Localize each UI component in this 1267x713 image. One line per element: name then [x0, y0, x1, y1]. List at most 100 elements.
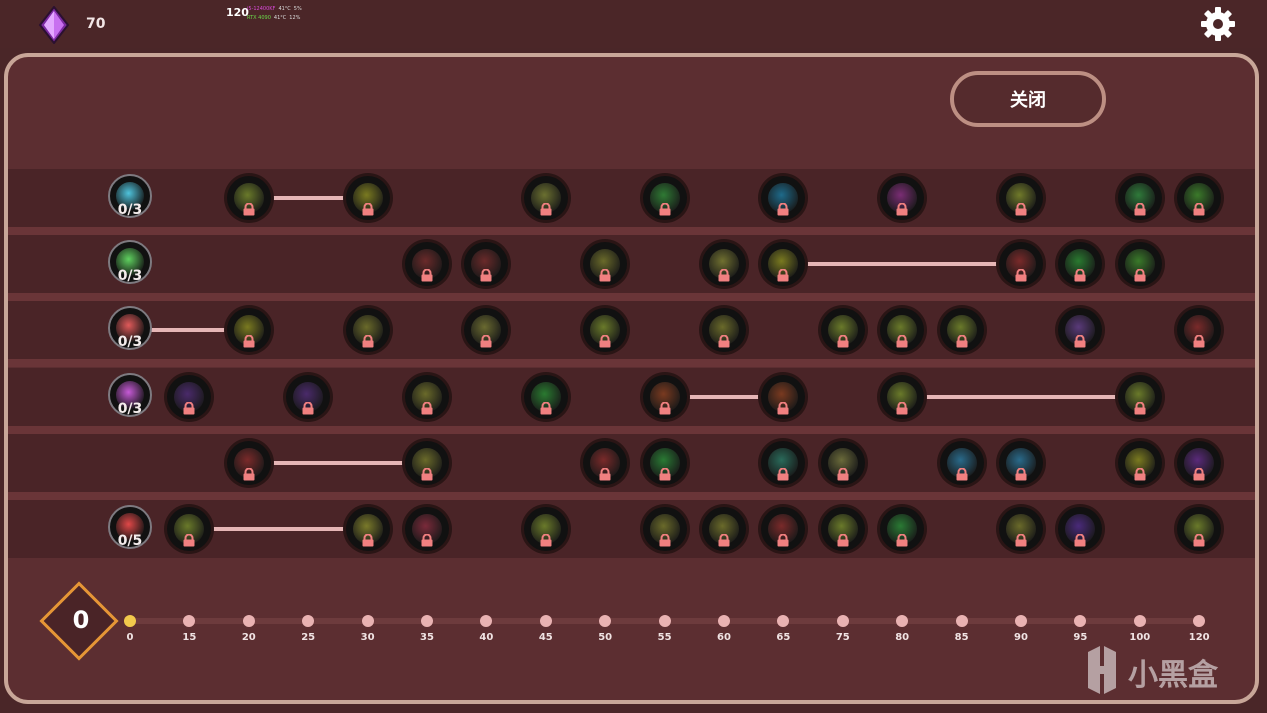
lock-icon: [480, 269, 492, 282]
skill-node[interactable]: [345, 176, 390, 220]
skill-node[interactable]: [642, 507, 687, 551]
skill-node[interactable]: [642, 440, 687, 485]
skill-node[interactable]: [1177, 440, 1222, 485]
skill-node[interactable]: [1117, 440, 1162, 485]
skill-node[interactable]: [642, 374, 687, 419]
gpu-temp: 41°C: [273, 15, 287, 21]
skill-node[interactable]: [1117, 176, 1162, 220]
skill-node[interactable]: [999, 242, 1043, 287]
watermark-text: 小黑盒: [1128, 658, 1218, 693]
skill-node[interactable]: [1177, 176, 1222, 220]
skill-node[interactable]: [999, 507, 1043, 551]
gpu-stats: RTX 4090 41°C 12%: [247, 15, 300, 21]
level-tick-label: 45: [538, 632, 553, 643]
skill-node[interactable]: [286, 374, 331, 419]
category-count: 0/3: [117, 268, 143, 285]
skill-node[interactable]: [523, 507, 568, 551]
skill-node[interactable]: [939, 440, 984, 485]
row-divider: [8, 491, 1255, 500]
skill-row: [8, 169, 1255, 227]
lock-icon: [1015, 534, 1027, 547]
lock-icon: [718, 269, 730, 282]
top-bar: 70 120 i5-12400KF 41°C 5% RTX 4090 41°C 12%: [0, 0, 1267, 48]
skill-node[interactable]: [880, 374, 925, 419]
gem-count: 70: [86, 16, 106, 32]
level-dot: [658, 615, 671, 627]
level-dot: [1015, 615, 1027, 627]
skill-node[interactable]: [523, 176, 568, 220]
level-dot: [836, 615, 849, 627]
skill-node[interactable]: [226, 308, 271, 353]
lock-icon: [837, 467, 849, 481]
level-tick-label: 25: [301, 632, 316, 643]
lock-icon: [1134, 401, 1146, 415]
skill-node[interactable]: [999, 440, 1043, 485]
lock-icon: [896, 335, 908, 348]
skill-link: [268, 196, 348, 200]
cpu-temp: 41°C: [278, 6, 291, 12]
skill-node[interactable]: [405, 507, 449, 551]
level-tick-label: 0: [126, 632, 134, 643]
skill-node[interactable]: [761, 374, 806, 419]
skill-node[interactable]: [820, 507, 865, 551]
skill-node[interactable]: [702, 242, 746, 287]
skill-node[interactable]: [1117, 374, 1162, 419]
lock-icon: [1193, 534, 1205, 547]
skill-node[interactable]: [345, 507, 390, 551]
lock-icon: [1134, 467, 1146, 481]
category-count: 0/5: [117, 533, 143, 549]
skill-node[interactable]: [167, 374, 212, 419]
skill-node[interactable]: [939, 308, 984, 353]
skill-node[interactable]: [880, 507, 925, 551]
skill-node[interactable]: [1117, 242, 1162, 287]
skill-node[interactable]: [820, 308, 865, 353]
skill-node[interactable]: [642, 176, 687, 220]
category-count: 0/3: [117, 400, 143, 417]
lock-icon: [718, 534, 730, 547]
skill-node[interactable]: [226, 176, 271, 220]
skill-node[interactable]: [583, 440, 628, 485]
level-tick-label: 90: [1014, 632, 1028, 643]
lock-icon: [599, 269, 611, 282]
lock-icon: [183, 401, 195, 415]
skill-node[interactable]: [702, 507, 746, 551]
lock-icon: [837, 534, 849, 547]
skill-node[interactable]: [405, 440, 449, 485]
lock-icon: [777, 534, 789, 547]
close-button[interactable]: 关闭: [950, 71, 1106, 127]
skill-node[interactable]: [345, 308, 390, 353]
skill-row: [8, 433, 1255, 492]
skill-node[interactable]: [999, 176, 1043, 220]
skill-link: [150, 328, 229, 333]
skill-node[interactable]: [226, 440, 271, 485]
lock-icon: [1015, 467, 1027, 481]
lock-icon: [243, 335, 255, 348]
skill-node[interactable]: [405, 374, 449, 419]
skill-link: [268, 460, 407, 465]
lock-icon: [896, 401, 908, 415]
gear-icon[interactable]: [1199, 5, 1237, 43]
skill-node[interactable]: [820, 440, 865, 485]
level-dot: [421, 615, 433, 627]
skill-node[interactable]: [1177, 507, 1222, 551]
skill-node[interactable]: [761, 440, 806, 485]
gpu-label: RTX 4090: [247, 15, 271, 21]
skill-node[interactable]: [523, 374, 568, 419]
lock-icon: [956, 467, 968, 481]
skill-node[interactable]: [405, 242, 449, 287]
lock-icon: [421, 401, 433, 415]
lock-icon: [659, 467, 671, 481]
lock-icon: [659, 401, 671, 415]
cpu-load: 5%: [293, 6, 302, 12]
skill-link: [922, 394, 1120, 399]
skill-node[interactable]: [880, 176, 925, 220]
lock-icon: [777, 467, 789, 481]
lock-icon: [183, 534, 195, 547]
lock-icon: [777, 401, 789, 415]
lock-icon: [659, 534, 671, 547]
lock-icon: [480, 335, 492, 348]
level-dot: [955, 615, 968, 627]
level-dot: [718, 615, 730, 627]
lock-icon: [777, 269, 789, 282]
lock-icon: [956, 335, 968, 348]
